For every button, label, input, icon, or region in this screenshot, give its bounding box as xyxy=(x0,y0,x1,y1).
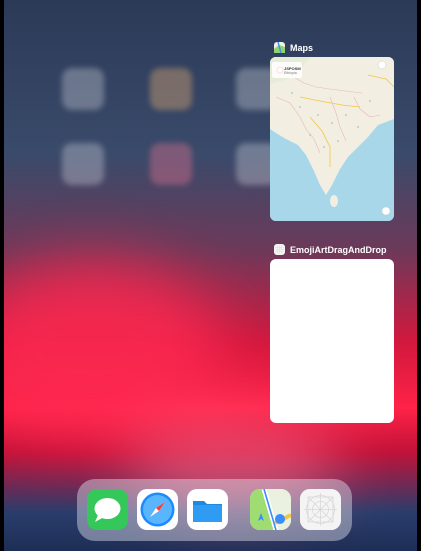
emoji-art-icon xyxy=(274,244,285,255)
files-icon[interactable] xyxy=(187,489,228,530)
maps-switcher-title: Maps xyxy=(274,41,314,54)
wallpaper-glow xyxy=(4,260,224,440)
maps-icon xyxy=(274,41,285,54)
india-map xyxy=(270,57,394,221)
maps-icon[interactable] xyxy=(250,489,291,530)
emoji-art-app-card[interactable] xyxy=(270,259,394,423)
emoji-switcher-title: EmojiArtDragAndDrop xyxy=(274,244,387,255)
maps-title-label: Maps xyxy=(290,42,314,53)
blurred-app-icon xyxy=(150,143,192,185)
app-switcher-screen: Maps JSPOSM Ethiopia EmojiArtDragAndDrop xyxy=(4,0,417,551)
messages-icon[interactable] xyxy=(87,489,128,530)
blurred-app-icon xyxy=(62,143,104,185)
maps-app-card[interactable]: JSPOSM Ethiopia xyxy=(270,57,394,221)
dock xyxy=(77,479,352,541)
pin-sublabel: Ethiopia xyxy=(284,71,297,75)
blurred-app-icon xyxy=(62,68,104,110)
blurred-app-icon xyxy=(150,68,192,110)
emoji-title-label: EmojiArtDragAndDrop xyxy=(290,244,387,255)
emoji-art-icon[interactable] xyxy=(300,489,341,530)
safari-icon[interactable] xyxy=(137,489,178,530)
